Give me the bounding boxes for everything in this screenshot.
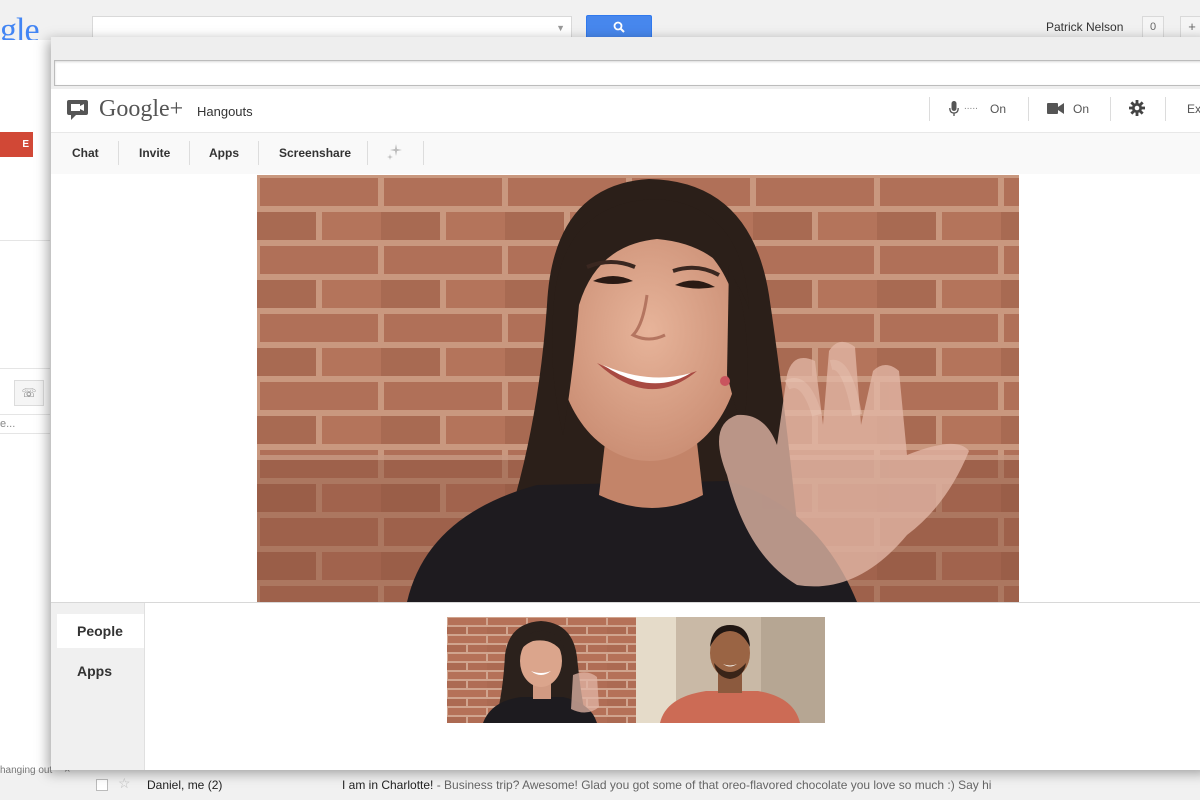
- participant-thumbnail[interactable]: [636, 617, 825, 723]
- hangout-header: Google+ Hangouts ..... On On Ex: [51, 89, 1200, 132]
- user-name[interactable]: Patrick Nelson: [1046, 20, 1123, 34]
- divider: [1165, 97, 1166, 121]
- camera-icon[interactable]: [1047, 103, 1064, 114]
- email-subject: I am in Charlotte!: [342, 778, 434, 792]
- microphone-icon[interactable]: [949, 101, 959, 117]
- exit-button[interactable]: Ex: [1187, 102, 1200, 116]
- hangout-toolbar: Chat Invite Apps Screenshare: [51, 132, 1200, 175]
- divider: [367, 141, 368, 165]
- participant-strip: People Apps: [51, 602, 1200, 770]
- email-sender[interactable]: Daniel, me (2): [147, 778, 222, 792]
- phone-call-button[interactable]: ☏: [14, 380, 44, 406]
- divider: [929, 97, 930, 121]
- chevron-down-icon[interactable]: ▼: [556, 23, 565, 33]
- divider: [1028, 97, 1029, 121]
- divider: [0, 240, 50, 241]
- email-checkbox[interactable]: [96, 779, 108, 791]
- address-bar[interactable]: [54, 60, 1200, 86]
- divider: [258, 141, 259, 165]
- tab-chat[interactable]: Chat: [72, 146, 99, 160]
- sparkle-effects-icon[interactable]: [387, 143, 403, 161]
- side-panel: People Apps: [51, 603, 145, 770]
- tab-screenshare[interactable]: Screenshare: [279, 146, 351, 160]
- email-preview: - Business trip? Awesome! Glad you got s…: [433, 778, 992, 792]
- participant-video-woman: [447, 617, 636, 723]
- participant-thumbnail[interactable]: [447, 617, 636, 723]
- hangouts-label: Hangouts: [197, 104, 253, 119]
- gear-icon[interactable]: [1129, 100, 1145, 116]
- share-button[interactable]: +: [1180, 16, 1200, 38]
- camera-status[interactable]: On: [1073, 102, 1089, 116]
- tab-invite[interactable]: Invite: [139, 146, 170, 160]
- mic-level: .....: [964, 101, 978, 112]
- more-link[interactable]: e...: [0, 414, 50, 434]
- chat-status-note: hanging out: [0, 765, 53, 776]
- main-video[interactable]: [257, 175, 1019, 602]
- star-icon[interactable]: ☆: [118, 775, 131, 792]
- divider: [423, 141, 424, 165]
- divider: [0, 368, 50, 369]
- tab-apps[interactable]: Apps: [209, 146, 239, 160]
- hangouts-logo-icon: [67, 100, 88, 120]
- notification-count[interactable]: 0: [1142, 16, 1164, 38]
- tab-people[interactable]: People: [57, 614, 144, 648]
- divider: [118, 141, 119, 165]
- divider: [189, 141, 190, 165]
- participant-video-man: [636, 617, 825, 723]
- divider: [1110, 97, 1111, 121]
- google-plus-logo: Google+: [99, 96, 184, 122]
- phone-icon: ☏: [21, 386, 37, 400]
- search-icon: [613, 21, 625, 33]
- compose-button[interactable]: E: [0, 132, 33, 157]
- email-snippet[interactable]: I am in Charlotte! - Business trip? Awes…: [342, 778, 991, 792]
- browser-chrome: [51, 37, 1200, 90]
- tab-side-apps[interactable]: Apps: [77, 663, 112, 679]
- main-video-participant: [257, 175, 1019, 602]
- mic-status[interactable]: On: [990, 102, 1006, 116]
